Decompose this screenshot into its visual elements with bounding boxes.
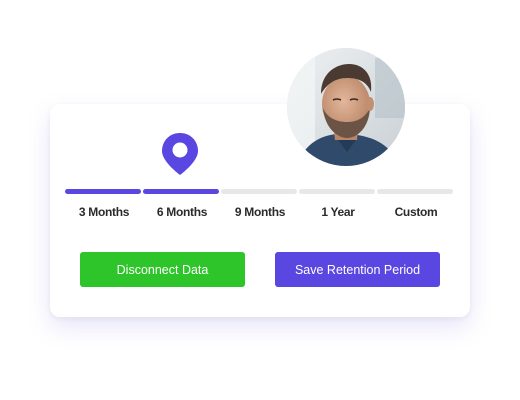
slider-segment-1-year[interactable] <box>299 189 375 194</box>
user-avatar <box>287 48 405 166</box>
option-9-months[interactable]: 9 Months <box>221 205 299 219</box>
option-3-months[interactable]: 3 Months <box>65 205 143 219</box>
map-pin-icon[interactable] <box>161 132 199 176</box>
disconnect-data-button[interactable]: Disconnect Data <box>80 252 245 287</box>
option-custom[interactable]: Custom <box>377 205 455 219</box>
option-6-months[interactable]: 6 Months <box>143 205 221 219</box>
retention-option-labels: 3 Months 6 Months 9 Months 1 Year Custom <box>65 205 455 223</box>
retention-widget: 3 Months 6 Months 9 Months 1 Year Custom… <box>0 0 520 400</box>
retention-slider-track[interactable] <box>65 189 455 194</box>
slider-segment-3-months[interactable] <box>65 189 141 194</box>
save-retention-period-button[interactable]: Save Retention Period <box>275 252 440 287</box>
slider-segment-custom[interactable] <box>377 189 453 194</box>
slider-segment-6-months[interactable] <box>143 189 219 194</box>
option-1-year[interactable]: 1 Year <box>299 205 377 219</box>
avatar-photo <box>287 48 405 166</box>
slider-segment-9-months[interactable] <box>221 189 297 194</box>
